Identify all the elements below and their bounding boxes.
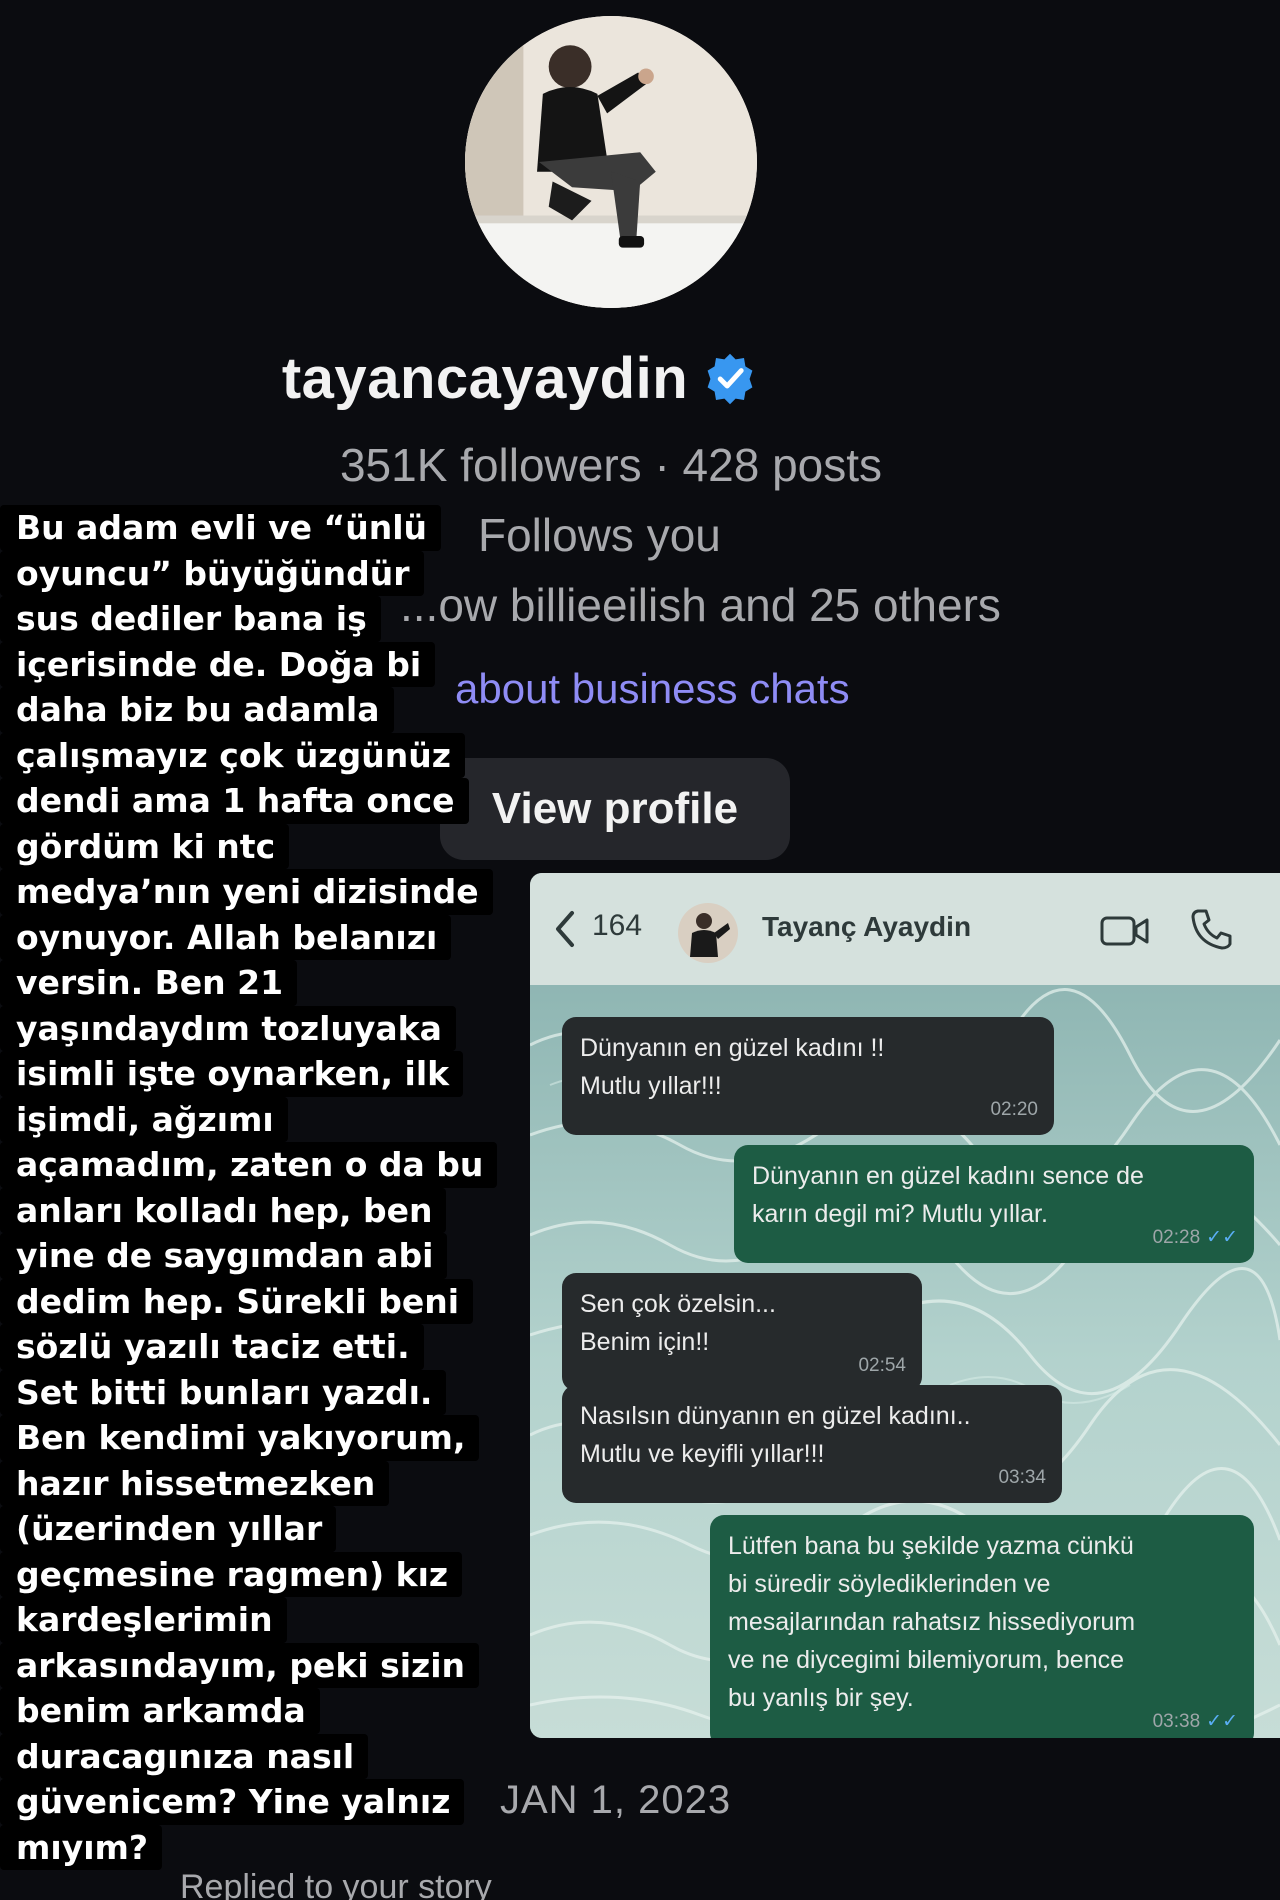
message-line: Mutlu ve keyifli yıllar!!! [580, 1440, 825, 1468]
overlay-line: çalışmayız çok üzgünüz [0, 732, 465, 778]
overlay-line: işimdi, ağzımı [0, 1096, 288, 1142]
overlay-line: arkasındayım, peki sizin [0, 1642, 480, 1688]
story-text-overlay: Bu adam evli ve “ünlü oyuncu” büyüğündür… [0, 505, 520, 1870]
message-line: mesajlarından rahatsız hissediyorum [728, 1608, 1136, 1636]
verified-badge-icon [707, 353, 753, 404]
video-call-icon[interactable] [1100, 915, 1150, 947]
message-time: 02:54 [858, 1347, 906, 1385]
message-time-text: 03:38 [1152, 1711, 1201, 1732]
overlay-line: daha biz bu adamla [0, 687, 394, 733]
profile-avatar[interactable] [465, 16, 757, 308]
message-time: 03:38 ✓✓ [1153, 1703, 1238, 1738]
message-bubble-incoming[interactable]: Nasılsın dünyanın en güzel kadını.. Mutl… [562, 1385, 1062, 1503]
message-line: Nasılsın dünyanın en güzel kadını.. [580, 1402, 971, 1430]
overlay-line: oyuncu” büyüğündür [0, 550, 424, 596]
profile-stats: 351K followers · 428 posts [339, 439, 883, 491]
overlay-line: hazır hissetmezken [0, 1460, 390, 1506]
overlay-line: benim arkamda [0, 1688, 320, 1734]
read-ticks-icon: ✓✓ [1206, 1227, 1238, 1248]
message-time-text: 02:54 [858, 1355, 906, 1376]
back-unread-count[interactable]: 164 [592, 909, 642, 943]
overlay-line: dedim hep. Sürekli beni [0, 1278, 474, 1324]
message-line: Sen çok özelsin... [580, 1290, 776, 1318]
contact-avatar[interactable] [678, 903, 738, 963]
message-time-text: 02:20 [990, 1099, 1038, 1120]
overlay-line: isimli işte oynarken, ilk [0, 1051, 464, 1097]
chat-background: Dünyanın en güzel kadını !! Mutlu yıllar… [530, 985, 1280, 1738]
overlay-line: gördüm ki ntc [0, 823, 290, 869]
overlay-line: Bu adam evli ve “ünlü [0, 505, 442, 551]
message-line: Dünyanın en güzel kadını sence de [752, 1162, 1144, 1190]
overlay-line: oynuyor. Allah belanızı [0, 914, 452, 960]
overlay-line: geçmesine ragmen) kız [0, 1551, 463, 1597]
phone-call-icon[interactable] [1190, 907, 1232, 951]
thread-date: JAN 1, 2023 [500, 1778, 732, 1822]
overlay-line: mıyım? [0, 1824, 163, 1870]
overlay-line: yine de saygımdan abi [0, 1233, 448, 1279]
overlay-line: içerisinde de. Doğa bi [0, 641, 436, 687]
whatsapp-screenshot: 164 Tayanç Ayaydin Dünyanın en güzel kad… [530, 873, 1280, 1738]
overlay-line: güvenicem? Yine yalnız [0, 1779, 465, 1825]
overlay-line: (üzerinden yıllar [0, 1506, 337, 1552]
message-time-text: 03:34 [998, 1467, 1046, 1488]
message-line: Dünyanın en güzel kadını !! [580, 1034, 885, 1062]
profile-photo [465, 16, 757, 308]
overlay-line: açamadım, zaten o da bu [0, 1142, 498, 1188]
message-line: ve ne diycegimi bilemiyorum, bence [728, 1646, 1125, 1674]
message-line: Mutlu yıllar!!! [580, 1072, 722, 1100]
message-line: Benim için!! [580, 1328, 710, 1356]
overlay-line: sözlü yazılı taciz etti. [0, 1324, 424, 1370]
message-time: 03:34 [998, 1459, 1046, 1497]
overlay-line: dendi ama 1 hafta once [0, 778, 469, 824]
whatsapp-header: 164 Tayanç Ayaydin [530, 873, 1280, 985]
overlay-line: medya’nın yeni dizisinde [0, 869, 493, 915]
overlay-line: Ben kendimi yakıyorum, [0, 1415, 480, 1461]
message-line: bi süredir söylediklerinden ve [728, 1570, 1051, 1598]
overlay-line: duracagınıza nasıl [0, 1733, 369, 1779]
overlay-line: Set bitti bunları yazdı. [0, 1369, 447, 1415]
overlay-line: yaşındaydım tozluyaka [0, 1005, 456, 1051]
back-chevron-icon[interactable] [550, 907, 580, 951]
message-bubble-incoming[interactable]: Dünyanın en güzel kadını !! Mutlu yıllar… [562, 1017, 1054, 1135]
message-time-text: 02:28 [1152, 1227, 1201, 1248]
profile-username[interactable]: tayancayaydin [282, 345, 688, 412]
overlay-line: anları kolladı hep, ben [0, 1187, 447, 1233]
overlay-line: kardeşlerimin [0, 1597, 287, 1643]
message-time: 02:20 [990, 1091, 1038, 1129]
replied-to-story-label: Replied to your story [180, 1868, 492, 1900]
overlay-line: versin. Ben 21 [0, 960, 298, 1006]
message-bubble-incoming[interactable]: Sen çok özelsin... Benim için!! 02:54 [562, 1273, 922, 1391]
read-ticks-icon: ✓✓ [1206, 1711, 1238, 1732]
message-bubble-outgoing[interactable]: Dünyanın en güzel kadını sence de karın … [734, 1145, 1254, 1263]
overlay-line: sus dediler bana iş [0, 596, 381, 642]
contact-name[interactable]: Tayanç Ayaydin [762, 911, 971, 943]
message-time: 02:28 ✓✓ [1153, 1219, 1238, 1257]
contact-photo [678, 903, 738, 963]
message-line: Lütfen bana bu şekilde yazma cünkü [728, 1532, 1134, 1560]
username-row: tayancayaydin [0, 345, 1040, 412]
message-bubble-outgoing[interactable]: Lütfen bana bu şekilde yazma cünkü bi sü… [710, 1515, 1254, 1738]
